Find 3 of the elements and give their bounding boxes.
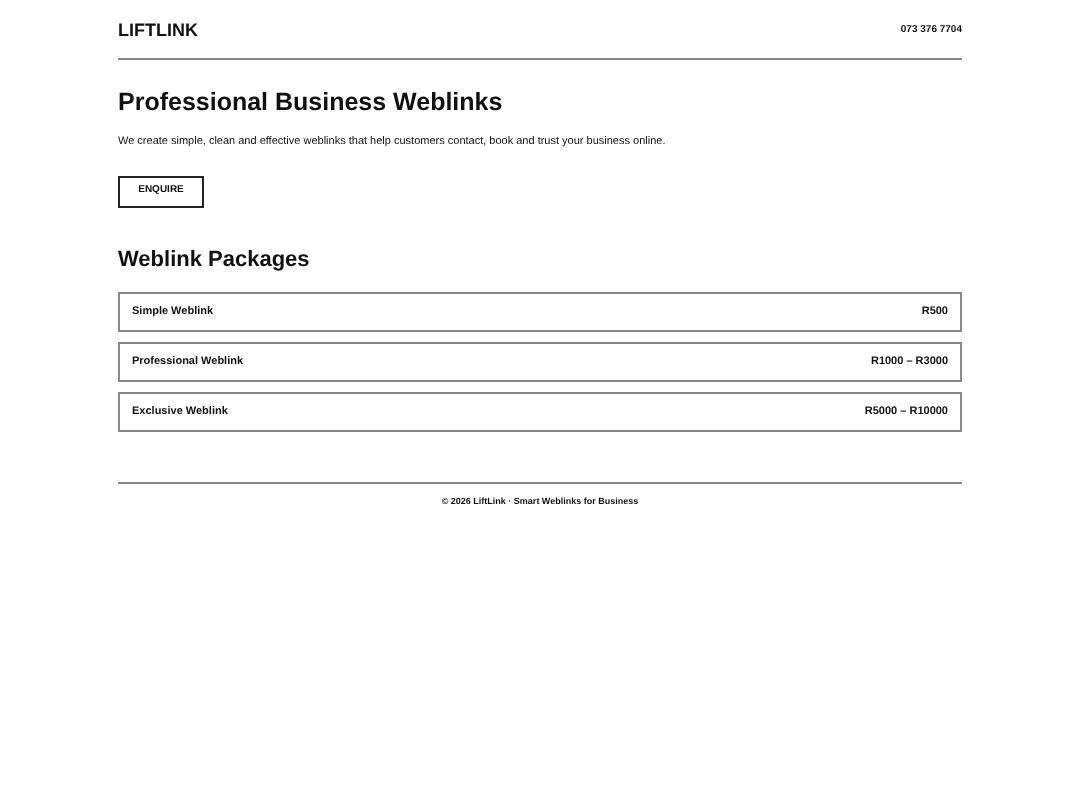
section-heading: Weblink Packages [118,250,312,272]
logo: LIFTLINK [118,18,198,45]
hero-heading: Professional Business Weblinks [118,90,505,115]
